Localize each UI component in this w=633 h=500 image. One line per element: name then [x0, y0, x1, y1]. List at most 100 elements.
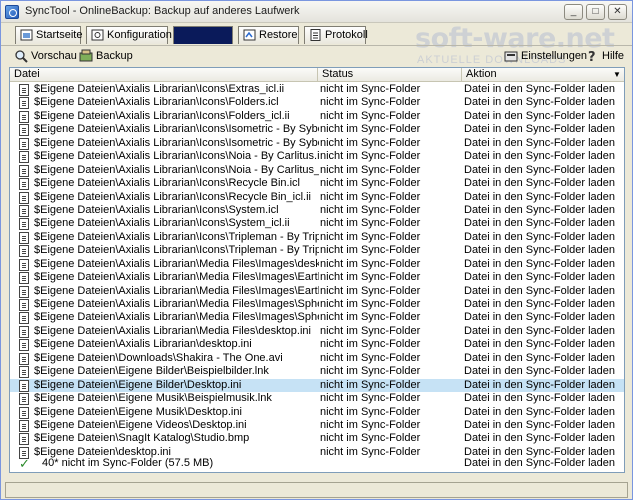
settings-button[interactable]: Einstellungen: [503, 48, 587, 64]
cell-action: Datei in den Sync-Folder laden: [464, 432, 616, 445]
table-row[interactable]: $Eigene Dateien\Axialis Librarian\deskto…: [10, 338, 624, 352]
file-icon: [19, 110, 29, 123]
table-row[interactable]: $Eigene Dateien\Axialis Librarian\Icons\…: [10, 96, 624, 110]
cell-file: $Eigene Dateien\Axialis Librarian\Icons\…: [34, 163, 319, 176]
table-row[interactable]: $Eigene Dateien\Axialis Librarian\Icons\…: [10, 244, 624, 258]
magnifier-icon: [15, 50, 28, 63]
table-row[interactable]: $Eigene Dateien\Axialis Librarian\Media …: [10, 285, 624, 298]
tab-startseite[interactable]: Startseite: [15, 26, 83, 44]
cell-status: nicht im Sync-Folder: [320, 257, 421, 270]
file-icon: [19, 419, 29, 432]
table-row[interactable]: $Eigene Dateien\Eigene Videos\Desktop.in…: [10, 419, 624, 432]
table-row[interactable]: $Eigene Dateien\Downloads\Shakira - The …: [10, 352, 624, 365]
cell-action: Datei in den Sync-Folder laden: [464, 298, 616, 310]
header-dropdown-arrow[interactable]: ▼: [610, 68, 624, 82]
table-row[interactable]: $Eigene Dateien\Axialis Librarian\Icons\…: [10, 231, 624, 244]
table-row[interactable]: $Eigene Dateien\Axialis Librarian\Media …: [10, 325, 624, 338]
cell-file: $Eigene Dateien\Eigene Musik\Desktop.ini: [34, 405, 242, 418]
table-row[interactable]: $Eigene Dateien\Axialis Librarian\Media …: [10, 311, 624, 325]
column-header-status[interactable]: Status: [318, 68, 462, 82]
table-row[interactable]: $Eigene Dateien\Axialis Librarian\Icons\…: [10, 217, 624, 231]
table-row[interactable]: $Eigene Dateien\Axialis Librarian\Icons\…: [10, 204, 624, 217]
file-icon: [19, 393, 29, 406]
preview-button[interactable]: Vorschau: [13, 48, 77, 64]
close-button[interactable]: ✕: [608, 4, 627, 20]
table-row[interactable]: $Eigene Dateien\Axialis Librarian\Icons\…: [10, 177, 624, 191]
cell-file: $Eigene Dateien\Axialis Librarian\Icons\…: [34, 230, 319, 243]
backup-button[interactable]: Backup: [78, 48, 133, 64]
cell-action: Datei in den Sync-Folder laden: [464, 392, 616, 405]
table-row[interactable]: $Eigene Dateien\Axialis Librarian\Media …: [10, 258, 624, 271]
cell-action: Datei in den Sync-Folder laden: [464, 418, 616, 431]
file-list[interactable]: Datei Status Aktion ▼ $Eigene Dateien\Ax…: [9, 67, 625, 473]
table-row[interactable]: $Eigene Dateien\Eigene Musik\Beispielmus…: [10, 392, 624, 406]
cell-file: $Eigene Dateien\Axialis Librarian\Media …: [34, 298, 319, 310]
table-row[interactable]: $Eigene Dateien\Axialis Librarian\Icons\…: [10, 191, 624, 204]
table-row[interactable]: $Eigene Dateien\Axialis Librarian\Media …: [10, 271, 624, 285]
cell-status: nicht im Sync-Folder: [320, 298, 421, 310]
backup-label: Backup: [96, 50, 133, 62]
cell-status: nicht im Sync-Folder: [320, 109, 421, 122]
summary-text: 40* nicht im Sync-Folder (57.5 MB): [42, 457, 214, 469]
table-row[interactable]: $Eigene Dateien\Axialis Librarian\Icons\…: [10, 137, 624, 150]
cell-file: $Eigene Dateien\Axialis Librarian\Media …: [34, 311, 319, 324]
tab-protokoll[interactable]: Protokoll: [304, 26, 368, 44]
cell-action: Datei in den Sync-Folder laden: [464, 351, 616, 364]
file-icon: [19, 97, 29, 110]
file-icon: [19, 218, 29, 231]
tab-konfiguration[interactable]: Konfiguration: [86, 26, 172, 44]
cell-file: $Eigene Dateien\Axialis Librarian\Icons\…: [34, 203, 279, 216]
tab-restore[interactable]: Restore: [238, 26, 299, 44]
table-row[interactable]: $Eigene Dateien\Axialis Librarian\Icons\…: [10, 83, 624, 96]
maximize-button[interactable]: □: [586, 4, 605, 20]
file-icon: [19, 178, 29, 191]
cell-file: $Eigene Dateien\Axialis Librarian\Icons\…: [34, 190, 311, 203]
table-row[interactable]: $Eigene Dateien\Axialis Librarian\Icons\…: [10, 150, 624, 164]
table-row[interactable]: $Eigene Dateien\Eigene Musik\Desktop.ini…: [10, 406, 624, 419]
tab-active[interactable]: [173, 26, 233, 44]
table-row[interactable]: $Eigene Dateien\SnagIt Katalog\Studio.bm…: [10, 432, 624, 446]
tab-label: Konfiguration: [107, 29, 172, 41]
file-icon: [19, 204, 29, 217]
cell-action: Datei in den Sync-Folder laden: [464, 109, 616, 122]
cell-status: nicht im Sync-Folder: [320, 230, 421, 243]
cell-status: nicht im Sync-Folder: [320, 203, 421, 216]
cell-status: nicht im Sync-Folder: [320, 418, 421, 431]
column-header-file[interactable]: Datei: [10, 68, 318, 82]
cell-action: Datei in den Sync-Folder laden: [464, 365, 616, 378]
help-button[interactable]: ? Hilfe: [584, 48, 624, 64]
summary-row[interactable]: ✓ 40* nicht im Sync-Folder (57.5 MB) Dat…: [10, 456, 624, 471]
file-icon: [19, 231, 29, 244]
title-bar[interactable]: SyncTool - OnlineBackup: Backup auf ande…: [1, 1, 632, 23]
cell-action: Datei in den Sync-Folder laden: [464, 96, 616, 109]
cell-action: Datei in den Sync-Folder laden: [464, 271, 616, 284]
cell-action: Datei in den Sync-Folder laden: [464, 150, 616, 163]
tab-label: Restore: [259, 29, 298, 41]
table-row[interactable]: $Eigene Dateien\Axialis Librarian\Icons\…: [10, 164, 624, 177]
table-row[interactable]: $Eigene Dateien\Eigene Bilder\Beispielbi…: [10, 365, 624, 379]
cell-action: Datei in den Sync-Folder laden: [464, 257, 616, 270]
cell-status: nicht im Sync-Folder: [320, 378, 421, 391]
file-icon: [19, 245, 29, 258]
cell-status: nicht im Sync-Folder: [320, 392, 421, 405]
tab-label: Startseite: [36, 29, 83, 41]
column-header-action[interactable]: Aktion: [462, 68, 610, 82]
cell-file: $Eigene Dateien\Axialis Librarian\Icons\…: [34, 177, 300, 190]
cell-action: Datei in den Sync-Folder laden: [464, 217, 616, 230]
table-row[interactable]: $Eigene Dateien\Axialis Librarian\Icons\…: [10, 110, 624, 123]
status-bar: [5, 482, 628, 498]
cell-file: $Eigene Dateien\Axialis Librarian\Icons\…: [34, 109, 290, 122]
cell-file: $Eigene Dateien\Axialis Librarian\Icons\…: [34, 244, 319, 257]
cell-file: $Eigene Dateien\Axialis Librarian\Media …: [34, 324, 311, 337]
cell-file: $Eigene Dateien\Eigene Bilder\Desktop.in…: [34, 378, 242, 391]
file-icon: [19, 164, 29, 177]
tab-bar: Startseite Konfiguration Restore Protoko…: [1, 23, 632, 45]
cell-file: $Eigene Dateien\Axialis Librarian\Icons\…: [34, 83, 285, 95]
app-icon: [5, 5, 19, 19]
table-row[interactable]: $Eigene Dateien\Axialis Librarian\Media …: [10, 298, 624, 311]
cell-status: nicht im Sync-Folder: [320, 217, 421, 230]
minimize-button[interactable]: _: [564, 4, 583, 20]
cell-status: nicht im Sync-Folder: [320, 136, 421, 149]
table-row[interactable]: $Eigene Dateien\Eigene Bilder\Desktop.in…: [10, 378, 624, 393]
table-row[interactable]: $Eigene Dateien\Axialis Librarian\Icons\…: [10, 123, 624, 137]
